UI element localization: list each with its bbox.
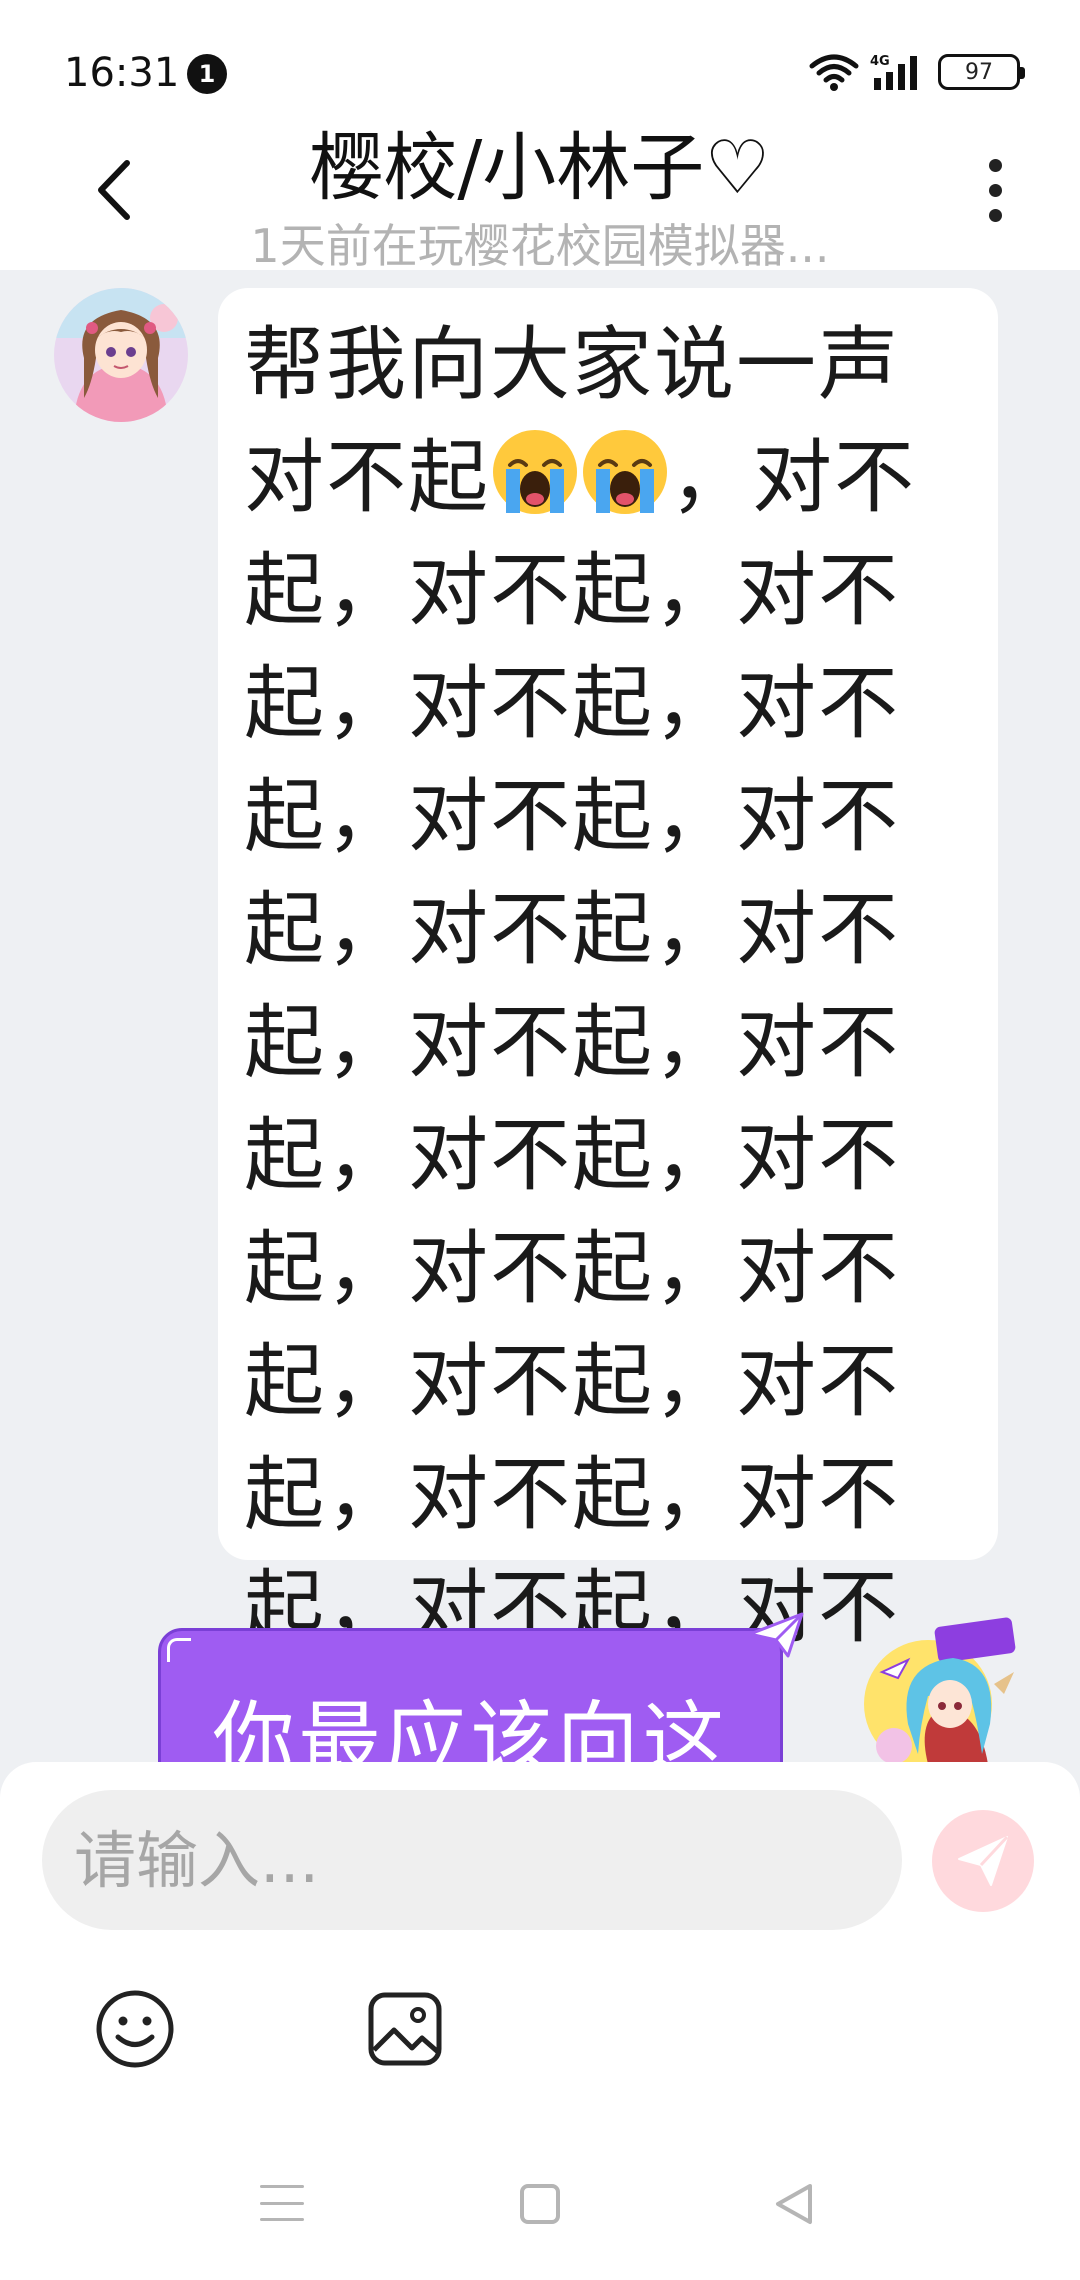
message-input[interactable]: [42, 1790, 902, 1930]
top-bar: 16:31 1 4G 97 樱校/小林子♡ 1天前在玩樱花校园模拟器...: [0, 0, 1080, 273]
chat-subtitle: 1天前在玩樱花校园模拟器...: [250, 219, 830, 273]
more-dot-icon: [988, 208, 1002, 222]
anime-girl-avatar-icon: [54, 288, 188, 422]
message-text-part: ，对不起，对不起，对不起，对不起，对不起，对不起，对不起，对不起，对不起，对不起…: [244, 431, 916, 1767]
wifi-icon: [809, 54, 859, 91]
anime-character-avatar-icon: [864, 1617, 1016, 1768]
status-icons: 4G 97: [808, 52, 1025, 92]
network-type-label: 4G: [870, 54, 890, 69]
status-time: 16:31: [64, 50, 180, 96]
system-home-button[interactable]: [520, 2184, 560, 2224]
menu-line-icon: [260, 2201, 304, 2205]
loudly-crying-face-emoji-icon: [493, 430, 577, 514]
battery-level: 97: [965, 59, 993, 85]
system-recents-button[interactable]: [260, 2185, 304, 2221]
image-picker-button[interactable]: [366, 1990, 444, 2068]
received-message-text: 帮我向大家说一声对不起 ，对不起，对不起，对不起，对不起，对不起，对不起，对不起…: [244, 308, 972, 1777]
smiley-face-icon: [96, 1990, 174, 2068]
send-icon: [958, 1835, 1009, 1886]
more-dot-icon: [988, 183, 1002, 197]
image-icon: [368, 1992, 442, 2066]
cellular-signal-icon: 4G: [870, 54, 917, 90]
more-dot-icon: [988, 158, 1002, 172]
paper-plane-decoration-icon: [748, 1612, 804, 1658]
sent-message-bubble[interactable]: 你最应该向这: [158, 1628, 783, 1768]
notification-count-badge: 1: [187, 54, 227, 94]
send-button[interactable]: [932, 1810, 1034, 1912]
sent-message-text: 你最应该向这: [212, 1693, 729, 1768]
menu-line-icon: [260, 2185, 304, 2188]
chat-title: 樱校/小林子♡: [309, 125, 771, 211]
battery-indicator: 97: [938, 54, 1025, 90]
my-avatar[interactable]: [858, 1614, 1018, 1774]
loudly-crying-face-emoji-icon: [583, 430, 667, 514]
received-message-bubble[interactable]: 帮我向大家说一声对不起 ，对不起，对不起，对不起，对不起，对不起，对不起，对不起…: [218, 288, 998, 1767]
more-options-button[interactable]: [970, 150, 1020, 230]
system-back-triangle-icon[interactable]: [770, 2180, 818, 2228]
bubble-corner-decoration: [167, 1638, 191, 1662]
emoji-button[interactable]: [94, 1988, 176, 2070]
sender-avatar[interactable]: [54, 288, 188, 422]
menu-line-icon: [260, 2218, 304, 2221]
